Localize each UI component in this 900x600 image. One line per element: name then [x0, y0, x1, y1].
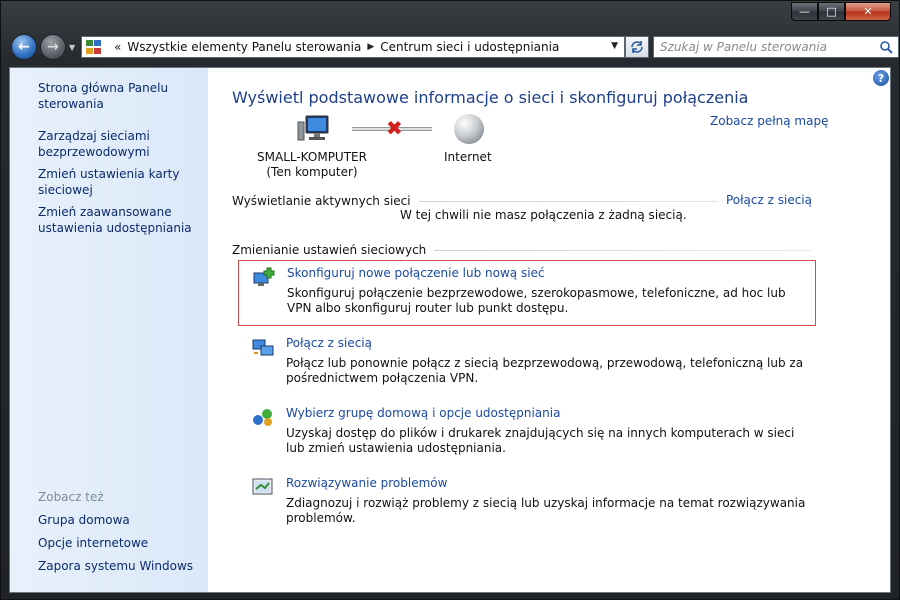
address-dropdown-icon[interactable]: ▼ [611, 41, 618, 51]
connect-network-description: Połącz lub ponownie połącz z siecią bezp… [286, 356, 804, 385]
active-networks-section: Wyświetlanie aktywnych sieci Połącz z si… [232, 193, 812, 209]
task-setup-connection: Skonfiguruj nowe połączenie lub nową sie… [238, 260, 816, 326]
back-button[interactable]: ← [11, 34, 37, 60]
sidebar-link-internet-options[interactable]: Opcje internetowe [38, 535, 198, 551]
troubleshoot-icon [252, 478, 273, 495]
disconnected-x-icon: ✖ [386, 116, 403, 140]
internet-globe-icon [454, 114, 484, 144]
search-placeholder: Szukaj w Panelu sterowania [660, 40, 828, 54]
explorer-window: — □ ✕ ← → ▼ « Wszystkie elementy Panelu … [0, 0, 900, 600]
homegroup-icon [253, 409, 272, 426]
internet-label: Internet [444, 150, 492, 164]
connect-to-network-link[interactable]: Połącz z siecią [718, 193, 812, 207]
troubleshoot-description: Zdiagnozuj i rozwiąż problemy z siecią l… [286, 496, 806, 525]
setup-connection-link[interactable]: Skonfiguruj nowe połączenie lub nową sie… [287, 266, 545, 280]
breadcrumb-network-center[interactable]: Centrum sieci i udostępniania [380, 40, 559, 54]
change-settings-section: Zmienianie ustawień sieciowych [232, 242, 812, 258]
setup-connection-description: Skonfiguruj połączenie bezprzewodowe, sz… [287, 286, 786, 315]
task-troubleshoot: Rozwiązywanie problemów Zdiagnozuj i roz… [238, 471, 816, 525]
task-homegroup-sharing: Wybierz grupę domową i opcje udostępnian… [238, 401, 816, 463]
change-settings-heading: Zmienianie ustawień sieciowych [232, 243, 427, 257]
close-button[interactable]: ✕ [845, 2, 891, 21]
refresh-icon [631, 41, 643, 53]
maximize-button[interactable]: □ [818, 2, 845, 21]
control-panel-icon [86, 40, 102, 54]
computer-label: SMALL-KOMPUTER (Ten komputer) [232, 150, 392, 180]
breadcrumb-all-items[interactable]: Wszystkie elementy Panelu sterowania [127, 40, 361, 54]
sidebar: Strona główna Panelu sterowania Zarządza… [10, 68, 208, 592]
computer-icon [297, 115, 329, 141]
sidebar-link-adapter-settings[interactable]: Zmień ustawienia karty sieciowej [38, 166, 198, 198]
recent-pages-dropdown-icon[interactable]: ▼ [69, 43, 75, 52]
troubleshoot-link[interactable]: Rozwiązywanie problemów [286, 476, 447, 490]
homegroup-sharing-link[interactable]: Wybierz grupę domową i opcje udostępnian… [286, 406, 560, 420]
new-connection-icon [253, 267, 275, 286]
computer-name: SMALL-KOMPUTER [257, 150, 367, 164]
sidebar-link-homegroup[interactable]: Grupa domowa [38, 512, 198, 528]
section-divider [434, 249, 812, 251]
task-connect-network: Połącz z siecią Połącz lub ponownie połą… [238, 331, 816, 393]
title-bar: — □ ✕ [1, 1, 899, 27]
search-icon[interactable] [879, 40, 893, 54]
content-area: Strona główna Panelu sterowania Zarządza… [9, 67, 891, 593]
network-map: SMALL-KOMPUTER (Ten komputer) ✖ Internet [232, 114, 552, 184]
help-icon[interactable]: ? [873, 70, 889, 86]
caption-buttons: — □ ✕ [791, 2, 891, 21]
main-panel: ? Wyświetl podstawowe informacje o sieci… [208, 68, 890, 592]
navigation-bar: ← → ▼ « Wszystkie elementy Panelu sterow… [9, 31, 899, 63]
connect-network-icon [252, 339, 274, 356]
no-connection-message: W tej chwili nie masz połączenia z żadną… [400, 208, 687, 222]
sidebar-link-control-panel-home[interactable]: Strona główna Panelu sterowania [38, 80, 198, 112]
breadcrumb-separator-icon[interactable]: ▶ [367, 42, 374, 52]
active-networks-heading: Wyświetlanie aktywnych sieci [232, 194, 411, 208]
sidebar-link-manage-wireless[interactable]: Zarządzaj sieciami bezprzewodowymi [38, 128, 198, 160]
computer-subtitle: (Ten komputer) [266, 165, 358, 179]
see-also-heading: Zobacz też [38, 490, 104, 504]
connect-network-link[interactable]: Połącz z siecią [286, 336, 372, 350]
refresh-button[interactable] [625, 36, 649, 58]
search-input[interactable]: Szukaj w Panelu sterowania [653, 36, 899, 58]
page-title: Wyświetl podstawowe informacje o sieci i… [232, 88, 749, 107]
forward-button[interactable]: → [40, 34, 66, 60]
minimize-button[interactable]: — [791, 2, 818, 21]
sidebar-link-advanced-sharing[interactable]: Zmień zaawansowane ustawienia udostępnia… [38, 204, 198, 236]
breadcrumb-overflow[interactable]: « [114, 40, 121, 54]
sidebar-link-windows-firewall[interactable]: Zapora systemu Windows [38, 558, 198, 574]
homegroup-sharing-description: Uzyskaj dostęp do plików i drukarek znaj… [286, 426, 795, 455]
see-full-map-link[interactable]: Zobacz pełną mapę [710, 114, 828, 128]
address-bar[interactable]: « Wszystkie elementy Panelu sterowania ▶… [81, 36, 625, 58]
